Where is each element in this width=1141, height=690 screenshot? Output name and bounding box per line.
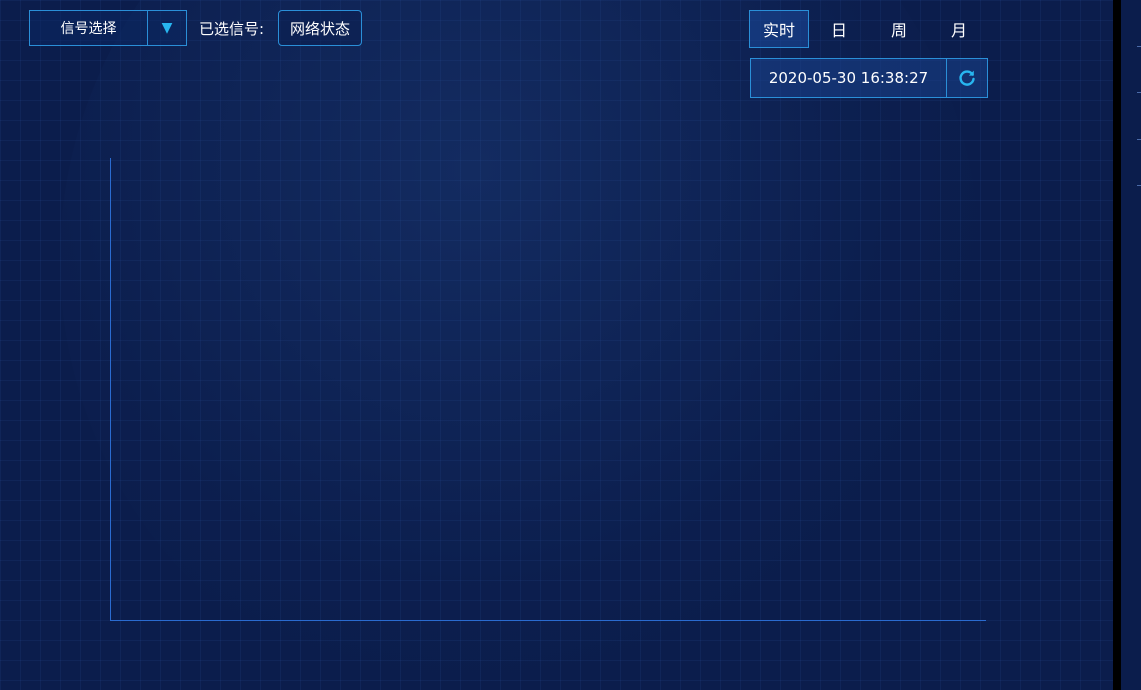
- edge-tick: [1137, 139, 1141, 140]
- refresh-button[interactable]: [947, 59, 987, 97]
- tab-day[interactable]: 日: [809, 10, 869, 48]
- triangle-down-icon[interactable]: ▼: [148, 11, 186, 45]
- edge-tick: [1137, 185, 1141, 186]
- tab-realtime[interactable]: 实时: [749, 10, 809, 48]
- signal-select-label: 信号选择: [30, 11, 148, 45]
- datetime-picker[interactable]: 2020-05-30 16:38:27: [750, 58, 988, 98]
- chart-area: [110, 158, 986, 621]
- tab-month[interactable]: 月: [929, 10, 989, 48]
- tab-week[interactable]: 周: [869, 10, 929, 48]
- datetime-value[interactable]: 2020-05-30 16:38:27: [751, 59, 947, 97]
- time-range-tabs: 实时 日 周 月: [749, 10, 989, 48]
- selected-signal-chip[interactable]: 网络状态: [278, 10, 362, 46]
- edge-tick: [1137, 46, 1141, 47]
- edge-tick: [1137, 92, 1141, 93]
- right-panel-edge: [1121, 0, 1141, 690]
- signal-select-dropdown[interactable]: 信号选择 ▼: [29, 10, 187, 46]
- dashboard-canvas: 信号选择 ▼ 已选信号: 网络状态 实时 日 周 月 2020-05-30 16…: [0, 0, 1141, 690]
- selected-signal-label: 已选信号:: [199, 20, 265, 38]
- panel-divider: [1113, 0, 1121, 690]
- refresh-icon: [959, 70, 975, 86]
